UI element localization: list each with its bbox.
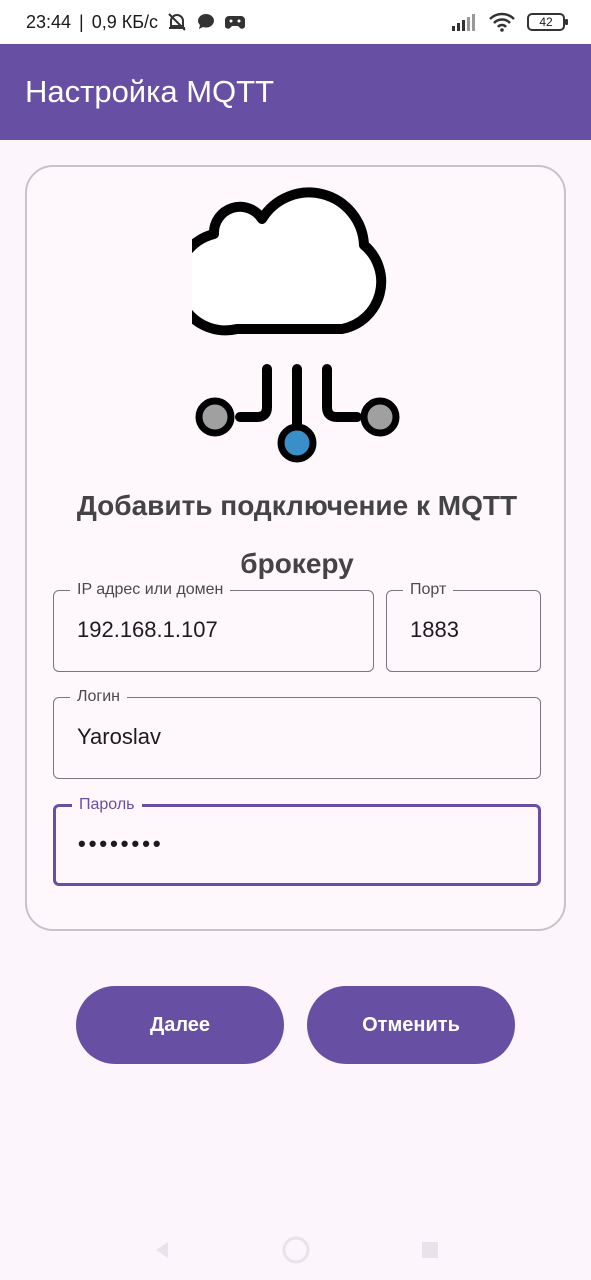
next-button[interactable]: Далее [76,986,284,1064]
status-right: 42 [451,12,568,32]
navigation-bar [0,1220,591,1280]
mqtt-settings-card: Добавить подключение к MQTT брокеру IP а… [25,165,566,931]
status-separator: | [79,11,84,32]
status-time: 23:44 [26,11,72,32]
signal-icon [452,14,475,31]
back-icon[interactable] [151,1239,173,1261]
status-speed: 0,9 КБ/с [91,11,159,32]
host-field-label: IP адрес или домен [70,580,231,600]
status-left: 23:44 | 0,9 КБ/с [26,11,246,33]
cloud-network-icon [192,187,400,463]
game-controller-icon [225,16,246,29]
wifi-icon [489,12,515,32]
card-title-line1: Добавить подключение к MQTT [76,490,518,521]
login-field[interactable]: Логин Yaroslav [53,687,541,779]
login-field-value[interactable]: Yaroslav [77,724,161,750]
port-field[interactable]: Порт 1883 [386,580,541,672]
recents-icon[interactable] [419,1239,441,1261]
port-field-label: Порт [403,580,454,600]
mute-bell-icon [168,13,186,31]
battery-icon: 42 [527,13,568,31]
host-field[interactable]: IP адрес или домен 192.168.1.107 [53,580,374,672]
chat-bubble-icon [198,14,215,29]
password-field-label: Пароль [72,795,142,815]
port-field-value[interactable]: 1883 [410,617,459,643]
home-icon[interactable] [281,1235,311,1265]
cancel-button[interactable]: Отменить [307,986,515,1064]
battery-level: 42 [539,15,553,29]
password-field-value[interactable]: •••••••• [78,831,164,857]
card-title: Добавить подключение к MQTT брокеру [47,477,547,593]
page-title: Настройка MQTT [25,74,275,109]
host-field-value[interactable]: 192.168.1.107 [77,617,218,643]
password-field[interactable]: Пароль •••••••• [53,795,541,886]
login-field-label: Логин [70,687,128,707]
status-bar: 23:44 | 0,9 КБ/с 42 [0,0,591,44]
app-bar: Настройка MQTT [0,44,591,140]
